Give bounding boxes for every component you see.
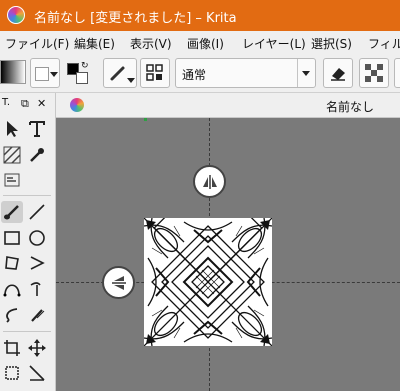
menu-bar: ファイル(F) 編集(E) 表示(V) 画像(I) レイヤー(L) 選択(S) … [0, 31, 400, 53]
measure-icon [29, 365, 45, 381]
polyline-tool[interactable] [26, 252, 48, 274]
brush-icon [110, 66, 125, 81]
color-picker-tool[interactable] [26, 144, 48, 166]
toolbox-panel: T. ⧉ ✕ [0, 93, 56, 391]
menu-filter[interactable]: フィルタ [368, 35, 400, 52]
canvas-viewport[interactable] [56, 118, 400, 391]
toolbar-overflow[interactable] [394, 58, 400, 88]
edit-shapes-tool[interactable] [1, 144, 23, 166]
menu-layer[interactable]: レイヤー(L) [242, 35, 306, 52]
brush-options-button[interactable] [140, 58, 170, 88]
move-tool[interactable] [26, 337, 48, 359]
menu-select[interactable]: 選択(S) [311, 35, 352, 52]
rectangle-tool[interactable] [1, 227, 23, 249]
toolbox-title: T. [2, 97, 11, 108]
eraser-icon [331, 68, 345, 81]
select-shapes-tool[interactable] [1, 118, 23, 140]
canvas-artwork[interactable] [143, 173, 273, 347]
float-panel-icon[interactable]: ⧉ [21, 97, 29, 111]
freehand-path-icon [30, 282, 41, 296]
document-icon [70, 98, 84, 112]
freehand-path-tool[interactable] [26, 278, 48, 300]
menu-file[interactable]: ファイル(F) [5, 35, 69, 52]
mirror-handle-vertical[interactable] [193, 165, 226, 198]
mirror-axis-marker [144, 118, 147, 121]
symmetric-drawing [143, 173, 273, 347]
text-icon [29, 121, 45, 137]
pointer-icon [7, 121, 18, 137]
eraser-mode-button[interactable] [323, 58, 353, 88]
mirror-handle-horizontal[interactable] [102, 266, 135, 299]
hatch-icon [3, 146, 21, 164]
blend-mode-select[interactable]: 通常 [175, 58, 316, 88]
brush-preset-button[interactable] [103, 58, 137, 88]
checker-icon [365, 64, 383, 82]
gradient-selector[interactable] [0, 60, 26, 84]
paintbrush-icon [4, 205, 19, 220]
toolbar: ↻ 通常 [0, 53, 400, 93]
text-tool[interactable] [26, 118, 48, 140]
mirror-vertical-icon [202, 174, 217, 189]
multibrush-tool[interactable] [26, 304, 48, 326]
transform-tool[interactable] [1, 362, 23, 384]
multibrush-icon [31, 309, 45, 322]
menu-view[interactable]: 表示(V) [130, 35, 172, 52]
dynamic-brush-icon [6, 308, 18, 323]
freehand-brush-tool[interactable] [1, 201, 23, 223]
polyline-icon [30, 256, 45, 270]
dynamic-brush-tool[interactable] [1, 304, 23, 326]
menu-edit[interactable]: 編集(E) [74, 35, 115, 52]
menu-image[interactable]: 画像(I) [187, 35, 224, 52]
reference-image-icon [4, 173, 20, 187]
mirror-horizontal-icon [111, 275, 126, 290]
reference-images-tool[interactable] [1, 169, 23, 191]
grid-options-icon [146, 64, 163, 81]
line-tool[interactable] [26, 201, 48, 223]
blend-mode-value: 通常 [182, 68, 207, 82]
ellipse-tool[interactable] [26, 227, 48, 249]
crop-tool[interactable] [1, 337, 23, 359]
line-icon [29, 204, 45, 220]
krita-logo-icon [7, 6, 25, 24]
window-title: 名前なし [変更されました] – Krita [34, 11, 237, 26]
eyedropper-icon [30, 148, 44, 162]
bezier-curve-tool[interactable] [1, 278, 23, 300]
alpha-lock-button[interactable] [359, 58, 389, 88]
polygon-tool[interactable] [1, 252, 23, 274]
rectangle-icon [4, 231, 20, 245]
transform-icon [5, 366, 19, 380]
document-tab-bar: 名前なし [56, 93, 400, 118]
bezier-icon [3, 284, 21, 297]
close-icon[interactable]: ✕ [37, 97, 46, 110]
measure-tool[interactable] [26, 362, 48, 384]
ellipse-icon [29, 230, 45, 246]
document-tab[interactable]: 名前なし [326, 98, 374, 115]
move-icon [28, 339, 46, 357]
title-bar: 名前なし [変更されました] – Krita [0, 0, 400, 31]
crop-icon [4, 340, 20, 356]
pattern-selector[interactable] [30, 58, 60, 88]
polygon-icon [5, 256, 19, 270]
fg-bg-color-icon[interactable]: ↻ [65, 61, 93, 87]
